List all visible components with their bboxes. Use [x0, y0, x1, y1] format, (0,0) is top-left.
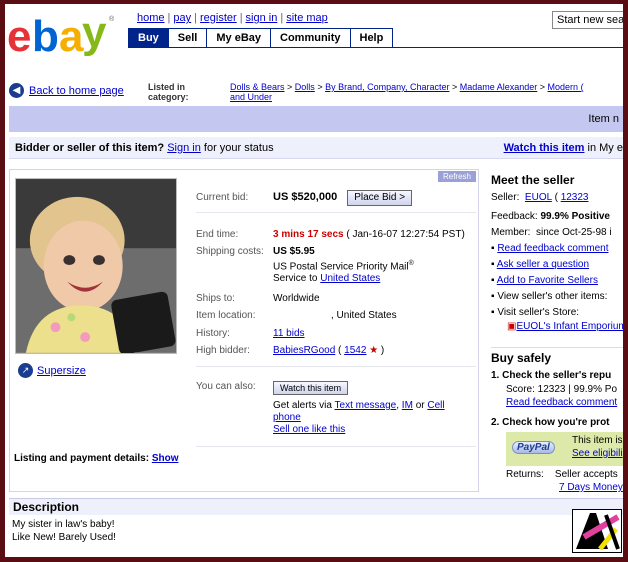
sell-one-like-this-link[interactable]: Sell one like this [273, 424, 345, 435]
store-link[interactable]: EUOL's Infant Emporium [516, 321, 623, 332]
shipping-country-link[interactable]: United States [320, 273, 380, 284]
tab-community[interactable]: Community [270, 28, 351, 47]
bid-history-link[interactable]: 11 bids [273, 328, 305, 339]
place-bid-button[interactable]: Place Bid > [347, 190, 413, 206]
money-back-link[interactable]: 7 Days Money [559, 482, 623, 493]
svg-text:a: a [59, 12, 84, 61]
item-number-bar: Item n [9, 106, 623, 132]
buy-safely-heading: Buy safely [491, 347, 623, 365]
high-bidder-score-link[interactable]: 1542 [344, 345, 366, 356]
top-links: home | pay | register | sign in | site map [137, 12, 328, 24]
back-arrow-icon: ◀ [9, 83, 24, 98]
paypal-box: PayPal This item is See eligibili [506, 432, 623, 466]
returns-row: Returns: Seller accepts [506, 469, 618, 480]
listing-payment-details: Listing and payment details: Show [14, 453, 179, 464]
crumb-modern[interactable]: Modern ( [548, 82, 584, 92]
seller-row: Seller: EUOL ( 12323 [491, 192, 589, 203]
svg-text:y: y [82, 8, 107, 57]
seller-name-link[interactable]: EUOL [525, 192, 552, 203]
watch-item-button[interactable]: Watch this item [273, 381, 349, 395]
tab-help[interactable]: Help [349, 28, 394, 47]
store-row: ▣EUOL's Infant Emporium [507, 321, 623, 332]
returns-link-row: 7 Days Money [559, 482, 623, 493]
breadcrumb: Dolls & Bears > Dolls > By Brand, Compan… [230, 82, 584, 102]
description-body: My sister in law's baby! Like New! Barel… [12, 519, 116, 543]
seller-link-feedback: ▪ Read feedback comment [491, 243, 609, 254]
search-input[interactable]: Start new search [552, 11, 623, 29]
text-message-link[interactable]: Text message [335, 400, 397, 411]
feedback-row: Feedback: 99.9% Positive [491, 211, 610, 222]
svg-text:®: ® [109, 15, 115, 23]
svg-text:b: b [32, 12, 59, 61]
ebay-logo[interactable]: e b a y ® [7, 7, 127, 63]
member-row: Member: since Oct-25-98 i [491, 227, 612, 238]
step-2: 2. Check how you're prot [491, 417, 610, 428]
seller-link-favorite: ▪ Add to Favorite Sellers [491, 275, 598, 286]
supersize[interactable]: ↗ Supersize [18, 363, 86, 378]
listing-show-link[interactable]: Show [152, 453, 179, 464]
star-icon: ★ [369, 345, 379, 356]
meet-the-seller-heading: Meet the seller [491, 173, 575, 187]
watch-item-link[interactable]: Watch this item [504, 142, 585, 154]
high-bidder-link[interactable]: BabiesRGood [273, 345, 335, 356]
svg-text:e: e [7, 12, 31, 61]
see-eligibility-link[interactable]: See eligibili [572, 448, 623, 459]
crumb-and-under[interactable]: and Under [230, 92, 272, 102]
crumb-madame-alexander[interactable]: Madame Alexander [460, 82, 538, 92]
seller-link-ask: ▪ Ask seller a question [491, 259, 590, 270]
home-link[interactable]: home [137, 12, 165, 24]
add-favorite-link[interactable]: Add to Favorite Sellers [497, 275, 598, 286]
read-feedback-link[interactable]: Read feedback comment [497, 243, 608, 254]
site-map-link[interactable]: site map [286, 12, 328, 24]
sign-in-link[interactable]: sign in [246, 12, 278, 24]
crumb-dolls[interactable]: Dolls [295, 82, 315, 92]
paypal-logo: PayPal [512, 441, 555, 454]
back-to-home-link[interactable]: Back to home page [29, 85, 124, 97]
tab-my-ebay[interactable]: My eBay [206, 28, 271, 47]
browser-page: e b a y ® home | pay | register | sign in | site… [5, 4, 623, 557]
seller-score-link[interactable]: 12323 [561, 192, 589, 203]
tab-sell[interactable]: Sell [167, 28, 208, 47]
seller-score-summary: Score: 12323 | 99.9% Po [506, 384, 618, 395]
pay-link[interactable]: pay [173, 12, 191, 24]
listed-in-label: Listed in category: [148, 82, 189, 102]
im-link[interactable]: IM [402, 400, 413, 411]
refresh-button[interactable]: Refresh [437, 171, 476, 182]
bidder-status-bar: Bidder or seller of this item? Sign in f… [9, 137, 623, 159]
read-feedback-row: Read feedback comment [506, 397, 617, 408]
back-to-home[interactable]: ◀ Back to home page [9, 83, 124, 98]
watermark-logo [572, 509, 622, 553]
view-other-items: ▪ View seller's other items: [491, 291, 608, 302]
step-1: 1. Check the seller's repu [491, 370, 612, 381]
crumb-by-brand[interactable]: By Brand, Company, Character [325, 82, 449, 92]
main-nav-tabs: Buy Sell My eBay Community Help [128, 28, 623, 48]
supersize-link[interactable]: Supersize [37, 365, 86, 377]
item-photo[interactable] [15, 178, 177, 354]
description-header: Description [9, 498, 623, 515]
tab-buy[interactable]: Buy [128, 28, 169, 47]
item-panel: Refresh ↗ Supersize Current bid: US $520… [9, 169, 479, 492]
read-feedback-comments-link[interactable]: Read feedback comment [506, 397, 617, 408]
register-link[interactable]: register [200, 12, 237, 24]
visit-store: ▪ Visit seller's Store: [491, 307, 580, 318]
crumb-dolls-bears[interactable]: Dolls & Bears [230, 82, 285, 92]
ask-seller-link[interactable]: Ask seller a question [497, 259, 589, 270]
magnify-icon: ↗ [18, 363, 33, 378]
sign-in-status-link[interactable]: Sign in [167, 142, 201, 154]
